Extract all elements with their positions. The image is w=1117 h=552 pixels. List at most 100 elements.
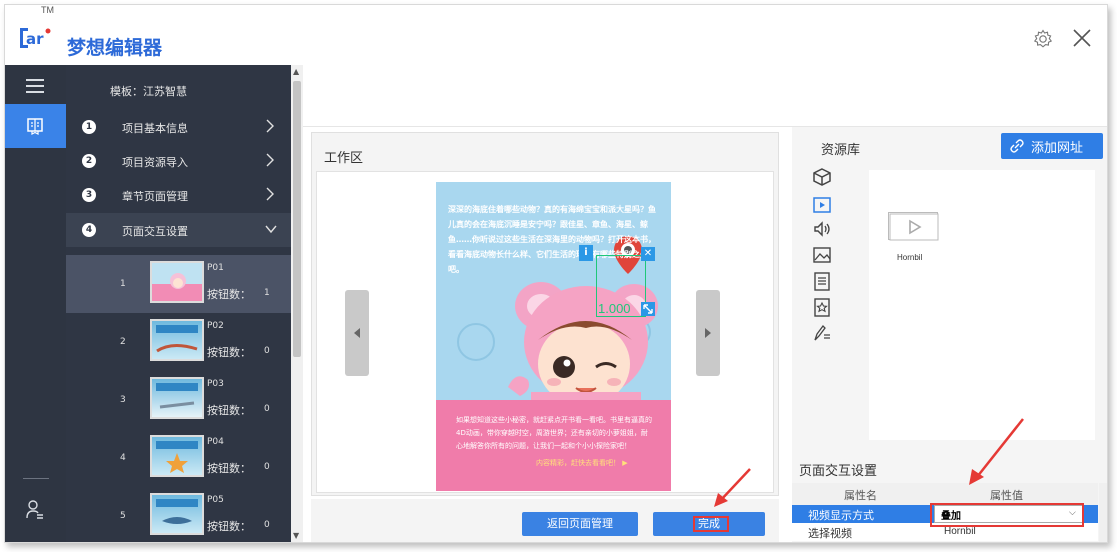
scroll-up-icon[interactable]: ▲ [293,67,299,76]
book-icon [27,118,43,135]
button-count: 0 [264,520,270,530]
add-url-label: 添加网址 [1031,141,1084,156]
app-logo: ar [20,28,51,48]
scrollbar-thumb[interactable] [293,81,301,357]
star-icon[interactable] [811,297,833,317]
top-band [303,65,1107,127]
page-interaction-title: 页面交互设置 [799,464,878,479]
step-number: 1 [82,120,96,134]
document-icon[interactable] [811,271,833,291]
prev-page-button[interactable] [345,290,369,376]
button-count: 0 [264,346,270,356]
chevron-right-icon [266,153,274,167]
chevron-right-icon [266,119,274,133]
app-title-part1: 梦想 [67,37,106,59]
step-number: 4 [82,223,96,237]
hotspot-delete-button[interactable]: ✕ [641,247,655,261]
page-thumbnail [150,493,204,535]
button-count: 0 [264,462,270,472]
title-bar: ar TM 梦想编辑器 [5,5,1107,65]
nav-scrollbar[interactable]: ▲ ▼ [291,65,303,542]
video-icon[interactable] [811,195,833,215]
svg-text:ar: ar [26,30,44,48]
footer-text: 如果想知道这些小秘密，就赶紧点开书看一看吧。书里有逼真的4D动画，带你穿越时空，… [456,416,652,450]
template-label: 模板：江苏智慧 [110,85,187,98]
select-highlight-box [930,503,1084,527]
page-row[interactable]: 4 P04 按钮数： 0 [66,429,291,487]
page-row[interactable]: 1 P01 按钮数： 1 [66,255,291,313]
page-name: P02 [207,321,224,331]
hotspot-info-button[interactable]: i [579,245,593,261]
page-thumbnail [150,261,204,303]
button-count-label: 按钮数： [207,404,251,417]
back-to-page-management-button[interactable]: 返回页面管理 [522,512,638,536]
nav-item-label: 项目基本信息 [122,122,188,135]
step-number: 2 [82,154,96,168]
page-row[interactable]: 3 P03 按钮数： 0 [66,371,291,429]
nav-item-basic-info[interactable]: 1 项目基本信息 [66,110,291,144]
resize-icon [643,304,653,314]
icon-rail [5,65,66,542]
footer-link[interactable]: 内容精彩，赶快去看看吧！ ▶ [536,458,628,468]
property-table-header: 属性名 属性值 [792,483,1098,505]
page-name: P05 [207,495,224,505]
video-resource-name: Hornbil [897,253,923,262]
button-count-label: 按钮数： [207,462,251,475]
page-index: 2 [120,337,126,347]
edit-text-icon[interactable] [811,323,833,343]
page-name: P04 [207,437,224,447]
work-area-title: 工作区 [324,151,364,166]
next-page-button[interactable] [696,290,720,376]
button-count-label: 按钮数： [207,520,251,533]
annotation-arrow [969,418,1024,485]
scroll-down-icon[interactable]: ▼ [293,531,299,540]
hotspot-resize-handle[interactable] [641,302,655,316]
property-name: 选择视频 [808,527,852,540]
button-count: 1 [264,288,270,298]
close-icon[interactable] [1071,27,1093,49]
rail-divider [23,478,49,479]
page-name: P03 [207,379,224,389]
page-footer-band: 如果想知道这些小秘密，就赶紧点开书看一看吧。书里有逼真的4D动画，带你穿越时空，… [436,400,671,491]
play-icon [889,213,939,241]
trademark-label: TM [41,5,54,15]
app-title: 梦想编辑器 [67,33,162,60]
video-resource-item[interactable] [888,212,939,241]
property-name: 视频显示方式 [808,509,874,522]
arrow-right-icon [705,328,711,338]
nav-item-resource-import[interactable]: 2 项目资源导入 [66,144,291,178]
page-name: P01 [207,263,224,273]
audio-icon[interactable] [811,219,833,239]
app-window: ar TM 梦想编辑器 模板：江苏智慧 1 项目基本信息 2 项目资源导入 3 … [4,4,1108,543]
hotspot-scale-value: 1.000 [598,301,631,316]
hamburger-menu-icon[interactable] [25,77,45,95]
3d-model-icon[interactable] [811,167,833,187]
user-icon[interactable] [25,499,45,521]
image-icon[interactable] [811,245,833,265]
nav-item-label: 章节页面管理 [122,190,188,203]
step-number: 3 [82,188,96,202]
button-count-label: 按钮数： [207,346,251,359]
page-thumbnail [150,435,204,477]
settings-icon[interactable] [1033,29,1053,49]
nav-item-page-interaction[interactable]: 4 页面交互设置 [66,213,291,247]
add-url-button[interactable]: 添加网址 [1001,133,1103,159]
resource-library-title: 资源库 [821,143,861,158]
button-count: 0 [264,404,270,414]
app-title-part2: 编辑器 [105,37,163,59]
chevron-down-icon [265,225,277,234]
page-row[interactable]: 5 P05 按钮数： 0 [66,487,291,542]
resource-grid [869,170,1095,440]
column-header-value: 属性值 [990,489,1023,502]
property-scrollbar[interactable] [1099,483,1107,542]
property-value[interactable]: Hornbil [944,526,976,537]
nav-item-label: 页面交互设置 [122,225,188,238]
page-index: 5 [120,511,126,521]
link-icon [1010,139,1024,153]
editor-nav-button[interactable] [5,104,66,148]
column-header-name: 属性名 [844,489,877,502]
nav-item-chapter-pages[interactable]: 3 章节页面管理 [66,178,291,212]
page-preview: 深深的海底住着哪些动物？真的有海绵宝宝和派大星吗？鱼儿真的会在海底沉睡是安宁吗？… [436,182,671,491]
nav-item-label: 项目资源导入 [122,156,188,169]
page-row[interactable]: 2 P02 按钮数： 0 [66,313,291,371]
